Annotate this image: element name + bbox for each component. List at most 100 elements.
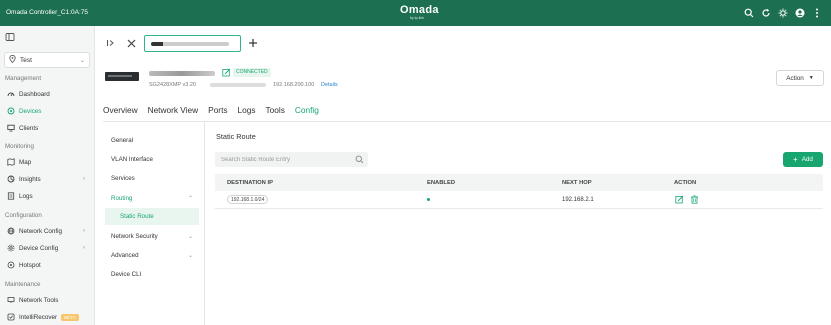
sidebar-item-label: Insights bbox=[19, 175, 41, 183]
site-selector[interactable]: Test ⌄ bbox=[4, 52, 90, 68]
sidebar-item-device-config[interactable]: Device Config › bbox=[3, 241, 91, 255]
config-item-device-cli[interactable]: Device CLI bbox=[105, 266, 199, 283]
table-row[interactable]: 192.168.1.0/24 192.168.2.1 bbox=[215, 191, 823, 209]
col-destination-ip: DESTINATION IP bbox=[227, 179, 273, 186]
cell-enabled bbox=[427, 191, 430, 208]
search-box[interactable] bbox=[215, 152, 368, 167]
config-item-label: Services bbox=[111, 175, 135, 182]
tab-overview[interactable]: Overview bbox=[103, 104, 138, 122]
sidebar-item-label: Clients bbox=[19, 124, 39, 132]
action-label: Action bbox=[786, 74, 804, 82]
sidebar-item-label: Map bbox=[19, 158, 32, 166]
config-item-label: Device CLI bbox=[111, 271, 142, 278]
config-item-vlan-interface[interactable]: VLAN Interface bbox=[105, 151, 199, 168]
config-item-static-route[interactable]: Static Route bbox=[105, 208, 199, 225]
config-menu: General VLAN Interface Services Routing … bbox=[103, 122, 205, 325]
sidebar-item-label: Logs bbox=[19, 192, 33, 200]
close-icon[interactable] bbox=[125, 37, 137, 49]
sidebar-item-clients[interactable]: Clients bbox=[3, 121, 91, 135]
col-next-hop: NEXT HOP bbox=[562, 179, 592, 186]
col-enabled: ENABLED bbox=[427, 179, 456, 186]
network-tools-icon bbox=[6, 296, 15, 305]
action-dropdown[interactable]: Action ▼ bbox=[776, 70, 824, 86]
omada-logo: Omada by tp-link bbox=[400, 4, 438, 21]
sidebar-item-dashboard[interactable]: Dashboard bbox=[3, 87, 91, 101]
chevron-down-icon: ⌄ bbox=[79, 57, 85, 64]
device-tab-chip[interactable] bbox=[144, 35, 241, 52]
sidebar: Test ⌄ Management Dashboard Devices Clie… bbox=[0, 26, 95, 325]
sidebar-item-network-tools[interactable]: Network Tools bbox=[3, 293, 91, 307]
status-badge: CONNECTED bbox=[233, 68, 271, 77]
brand-sub: by tp-link bbox=[409, 16, 424, 20]
beta-badge: BETA bbox=[61, 313, 79, 321]
section-management: Management bbox=[5, 75, 42, 82]
more-icon[interactable] bbox=[810, 6, 823, 19]
sidebar-item-insights[interactable]: Insights › bbox=[3, 172, 91, 186]
config-item-services[interactable]: Services bbox=[105, 170, 199, 187]
plus-icon: + bbox=[793, 154, 798, 164]
sidebar-collapse-icon[interactable] bbox=[5, 32, 17, 44]
sidebar-item-logs[interactable]: Logs bbox=[3, 189, 91, 203]
tab-network-view[interactable]: Network View bbox=[148, 104, 199, 122]
insights-icon bbox=[6, 175, 15, 184]
devices-icon bbox=[6, 107, 15, 116]
tab-config[interactable]: Config bbox=[294, 104, 319, 122]
device-config-icon bbox=[6, 244, 15, 253]
search-icon[interactable] bbox=[742, 6, 755, 19]
refresh-icon[interactable] bbox=[759, 6, 772, 19]
sidebar-item-label: Hotspot bbox=[19, 261, 41, 269]
col-action: ACTION bbox=[674, 179, 697, 186]
sidebar-item-intellirecover[interactable]: IntelliRecover BETA bbox=[3, 310, 91, 324]
avatar[interactable] bbox=[793, 6, 806, 19]
add-button[interactable]: + Add bbox=[783, 152, 823, 167]
config-item-label: General bbox=[111, 137, 134, 144]
device-ip: 192.168.200.100 bbox=[273, 82, 315, 88]
config-item-network-security[interactable]: Network Security ⌄ bbox=[105, 228, 199, 245]
edit-name-icon[interactable] bbox=[222, 68, 231, 77]
device-mac-redacted bbox=[210, 83, 266, 87]
add-tab-icon[interactable] bbox=[247, 37, 259, 49]
config-item-label: Static Route bbox=[120, 213, 154, 220]
static-route-table: DESTINATION IP ENABLED NEXT HOP ACTION 1… bbox=[215, 174, 823, 209]
config-item-label: Network Security bbox=[111, 233, 158, 240]
section-monitoring: Monitoring bbox=[5, 143, 34, 150]
chevron-down-icon: ⌄ bbox=[187, 234, 193, 240]
controller-title[interactable]: Omada Controller_C1:0A:75 bbox=[6, 9, 88, 16]
search-icon[interactable] bbox=[355, 155, 364, 164]
sidebar-item-network-config[interactable]: Network Config › bbox=[3, 224, 91, 238]
config-item-label: Advanced bbox=[111, 252, 139, 259]
cell-next-hop: 192.168.2.1 bbox=[562, 196, 594, 203]
section-maintenance: Maintenance bbox=[5, 281, 41, 288]
chevron-right-icon: › bbox=[83, 228, 85, 234]
tab-logs[interactable]: Logs bbox=[238, 104, 256, 122]
table-header: DESTINATION IP ENABLED NEXT HOP ACTION bbox=[215, 174, 823, 191]
site-name: Test bbox=[20, 56, 32, 64]
panel-toggle-icon[interactable] bbox=[105, 37, 117, 49]
enabled-indicator bbox=[427, 198, 430, 201]
dashboard-icon bbox=[6, 90, 15, 99]
cell-destination-ip: 192.168.1.0/24 bbox=[227, 191, 269, 208]
main-tabs: Overview Network View Ports Logs Tools C… bbox=[103, 104, 329, 122]
config-item-label: Routing bbox=[111, 195, 133, 202]
tab-ports[interactable]: Ports bbox=[208, 104, 227, 122]
device-tab-name-redacted bbox=[151, 41, 229, 46]
sidebar-item-devices[interactable]: Devices bbox=[3, 104, 91, 118]
map-icon bbox=[6, 158, 15, 167]
config-item-general[interactable]: General bbox=[105, 132, 199, 149]
config-item-routing[interactable]: Routing ⌃ bbox=[105, 190, 199, 207]
delete-icon[interactable] bbox=[689, 195, 699, 205]
theme-icon[interactable] bbox=[776, 6, 789, 19]
search-input[interactable] bbox=[221, 156, 349, 163]
page-title: Static Route bbox=[216, 132, 256, 141]
tabs-divider bbox=[103, 121, 831, 122]
sidebar-item-hotspot[interactable]: Hotspot bbox=[3, 258, 91, 272]
edit-icon[interactable] bbox=[674, 195, 684, 205]
details-link[interactable]: Details bbox=[321, 82, 338, 88]
sidebar-item-map[interactable]: Map bbox=[3, 155, 91, 169]
tab-tools[interactable]: Tools bbox=[266, 104, 285, 122]
config-item-advanced[interactable]: Advanced ⌄ bbox=[105, 247, 199, 264]
sidebar-item-label: IntelliRecover bbox=[19, 313, 58, 321]
cell-action bbox=[674, 191, 704, 208]
chevron-down-icon: ⌄ bbox=[187, 253, 193, 259]
sidebar-item-label: Network Tools bbox=[19, 296, 59, 304]
